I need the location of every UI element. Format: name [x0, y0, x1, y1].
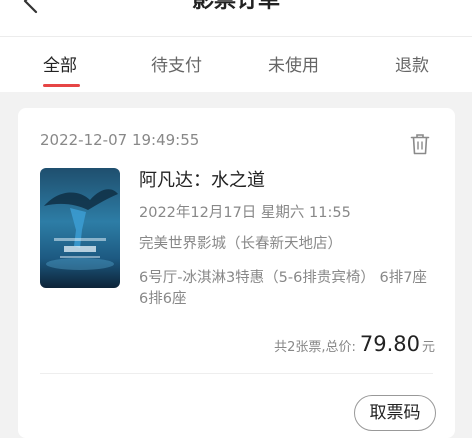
price-label: 共2张票,总价:: [274, 340, 356, 355]
tab-refund[interactable]: 退款: [395, 55, 429, 77]
movie-poster-image: [40, 168, 120, 288]
order-card[interactable]: 2022-12-07 19:49:55 阿凡达：水之道 2022年12月17日 …: [18, 108, 455, 438]
tab-all[interactable]: 全部: [43, 55, 77, 77]
price-summary: 共2张票,总价: 79.80 元: [274, 332, 435, 362]
divider: [40, 373, 433, 374]
order-time: 2022-12-07 19:49:55: [40, 131, 200, 149]
cinema-name: 完美世界影城（长春新天地店）: [139, 236, 342, 252]
active-tab-indicator: [43, 84, 80, 87]
top-navigation-bar: 影票订单: [0, 0, 472, 37]
show-time: 2022年12月17日 星期六 11:55: [139, 205, 351, 221]
price-value: 79.80: [359, 332, 420, 356]
ticket-code-button[interactable]: 取票码: [354, 395, 436, 431]
trash-icon[interactable]: [410, 133, 430, 155]
movie-title: 阿凡达：水之道: [139, 170, 265, 191]
tab-pending-payment[interactable]: 待支付: [151, 55, 202, 77]
hall-seat-info: 6号厅-冰淇淋3特惠（5-6排贵宾椅） 6排7座 6排6座: [139, 270, 427, 307]
page-title: 影票订单: [191, 0, 280, 13]
tab-unused[interactable]: 未使用: [268, 55, 319, 77]
price-unit: 元: [421, 340, 435, 355]
